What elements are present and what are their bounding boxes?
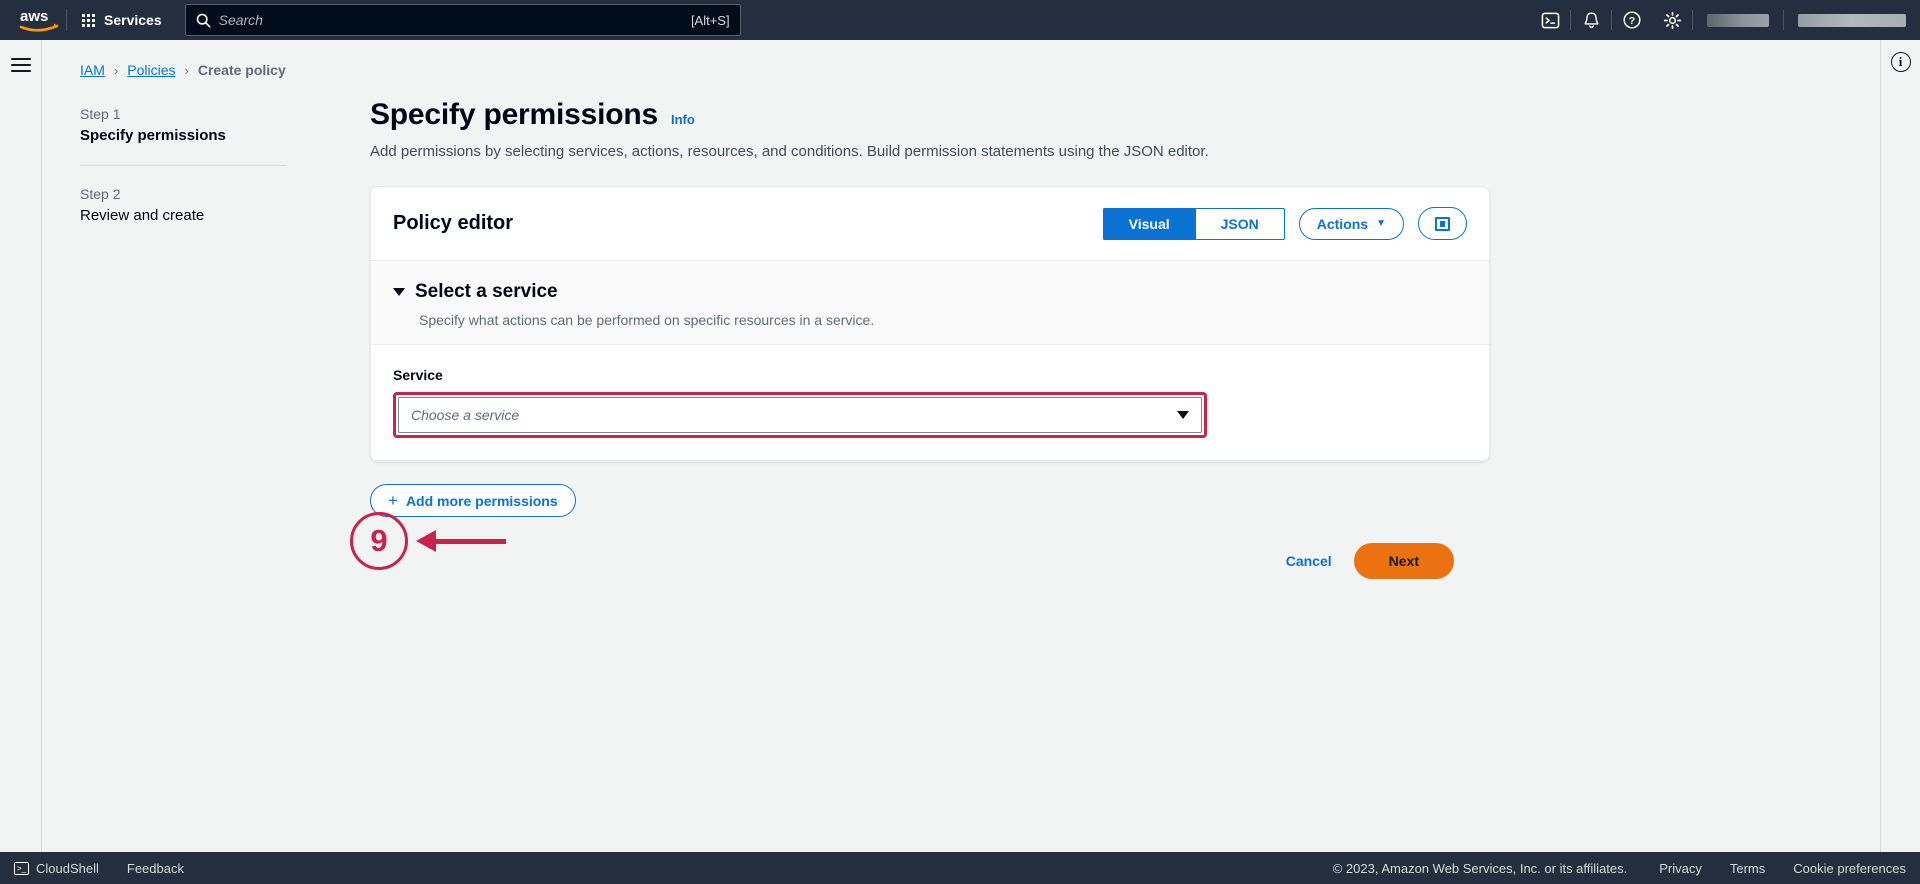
info-panel-icon[interactable]: i: [1890, 52, 1911, 72]
nav-divider: [66, 9, 67, 31]
actions-label: Actions: [1316, 215, 1369, 232]
left-navigation-rail: [0, 40, 42, 884]
search-input[interactable]: [218, 12, 683, 28]
services-menu-button[interactable]: Services: [71, 5, 173, 35]
nav-divider: [1692, 10, 1693, 30]
chevron-down-icon: [1177, 411, 1189, 419]
account-name-redacted[interactable]: [1798, 13, 1906, 27]
add-more-permissions-label: Add more permissions: [405, 492, 558, 509]
account-region-redacted[interactable]: [1707, 13, 1769, 27]
hamburger-menu-icon[interactable]: [10, 54, 31, 76]
search-icon: [196, 13, 211, 27]
page-title-row: Specify permissions Info: [370, 98, 1490, 132]
collapse-triangle-icon[interactable]: [393, 288, 405, 296]
cloudshell-icon[interactable]: [1530, 0, 1570, 40]
form-actions-row: Cancel Next: [370, 543, 1490, 579]
breadcrumb: IAM › Policies › Create policy: [42, 40, 1880, 78]
policy-editor-card: Policy editor Visual JSON Actions ▼ Sele…: [370, 186, 1490, 462]
step-divider: [80, 165, 286, 166]
actions-dropdown-button[interactable]: Actions ▼: [1298, 207, 1404, 240]
service-field-container: Service Choose a service: [371, 345, 1489, 461]
feedback-button[interactable]: Feedback: [113, 852, 198, 884]
editor-mode-json[interactable]: JSON: [1194, 207, 1285, 240]
page-description: Add permissions by selecting services, a…: [370, 143, 1209, 160]
split-panel-icon[interactable]: [1418, 207, 1467, 240]
wizard-steps-sidebar: Step 1 Specify permissions Step 2 Review…: [80, 98, 370, 579]
step-2-number: Step 2: [80, 186, 121, 202]
editor-mode-visual[interactable]: Visual: [1102, 207, 1195, 240]
settings-gear-icon[interactable]: [1652, 0, 1692, 40]
policy-editor-title: Policy editor: [393, 212, 514, 234]
breadcrumb-item-iam[interactable]: IAM: [80, 62, 105, 78]
service-select-placeholder: Choose a service: [411, 407, 520, 423]
breadcrumb-item-create-policy: Create policy: [197, 62, 286, 78]
next-button[interactable]: Next: [1353, 543, 1454, 579]
svg-text:aws: aws: [20, 8, 48, 25]
feedback-label: Feedback: [126, 860, 184, 876]
cloudshell-footer-button[interactable]: >_ CloudShell: [0, 852, 113, 884]
annotation-arrow-icon: [416, 530, 506, 552]
main-content-area: IAM › Policies › Create policy Step 1 Sp…: [42, 40, 1880, 884]
select-service-section-header: Select a service Specify what actions ca…: [371, 261, 1489, 345]
select-service-description: Specify what actions can be performed on…: [419, 312, 875, 328]
app-shell: IAM › Policies › Create policy Step 1 Sp…: [0, 40, 1920, 884]
aws-logo-icon[interactable]: aws: [16, 6, 62, 34]
step-1-name: Specify permissions: [80, 127, 226, 144]
service-field-label: Service: [393, 367, 443, 383]
service-select-input[interactable]: Choose a service: [398, 397, 1202, 433]
breadcrumb-chevron-icon: ›: [113, 62, 119, 78]
footer-bar: >_ CloudShell Feedback © 2023, Amazon We…: [0, 852, 1920, 884]
help-question-icon[interactable]: ?: [1612, 0, 1652, 40]
notifications-bell-icon[interactable]: [1571, 0, 1611, 40]
wizard-step-1[interactable]: Step 1 Specify permissions: [80, 106, 370, 144]
annotation-number: 9: [350, 512, 408, 570]
terms-link[interactable]: Terms: [1716, 852, 1779, 884]
global-search-container[interactable]: [Alt+S]: [184, 4, 741, 36]
right-info-rail: i: [1880, 40, 1920, 884]
footer-right-group: © 2023, Amazon Web Services, Inc. or its…: [1333, 852, 1920, 884]
copyright-text: © 2023, Amazon Web Services, Inc. or its…: [1332, 860, 1628, 876]
annotation-callout-9: 9: [350, 512, 506, 570]
policy-editor-header: Policy editor Visual JSON Actions ▼: [371, 187, 1489, 261]
service-select-highlight: Choose a service: [393, 392, 1207, 438]
cloudshell-icon: >_: [14, 861, 29, 875]
wizard-panel-column: Specify permissions Info Add permissions…: [370, 98, 1490, 579]
top-navigation-bar: aws Services [Alt+S]: [0, 0, 1920, 40]
nav-divider: [1783, 10, 1784, 30]
search-shortcut-hint: [Alt+S]: [690, 12, 730, 28]
page-info-link[interactable]: Info: [671, 112, 695, 127]
cookie-preferences-link[interactable]: Cookie preferences: [1779, 852, 1920, 884]
plus-icon: +: [388, 491, 398, 510]
svg-text:?: ?: [1629, 15, 1635, 27]
step-1-number: Step 1: [80, 106, 121, 122]
select-service-title-row: Select a service: [393, 281, 1467, 303]
step-2-name: Review and create: [80, 207, 205, 224]
page-body: Step 1 Specify permissions Step 2 Review…: [42, 98, 1880, 579]
breadcrumb-item-policies[interactable]: Policies: [127, 62, 175, 78]
top-nav-right-group: ?: [1530, 0, 1920, 40]
privacy-link[interactable]: Privacy: [1645, 852, 1716, 884]
editor-mode-toggle: Visual JSON: [1102, 207, 1285, 240]
cloudshell-label: CloudShell: [36, 860, 99, 876]
chevron-down-icon: ▼: [1376, 218, 1386, 229]
services-label: Services: [104, 12, 162, 28]
breadcrumb-chevron-icon: ›: [184, 62, 189, 78]
cancel-button[interactable]: Cancel: [1286, 553, 1332, 569]
policy-editor-controls: Visual JSON Actions ▼: [1102, 207, 1467, 240]
wizard-step-2[interactable]: Step 2 Review and create: [80, 186, 370, 224]
grid-menu-icon: [82, 13, 95, 27]
page-title: Specify permissions: [370, 98, 658, 131]
select-service-title: Select a service: [415, 281, 558, 302]
